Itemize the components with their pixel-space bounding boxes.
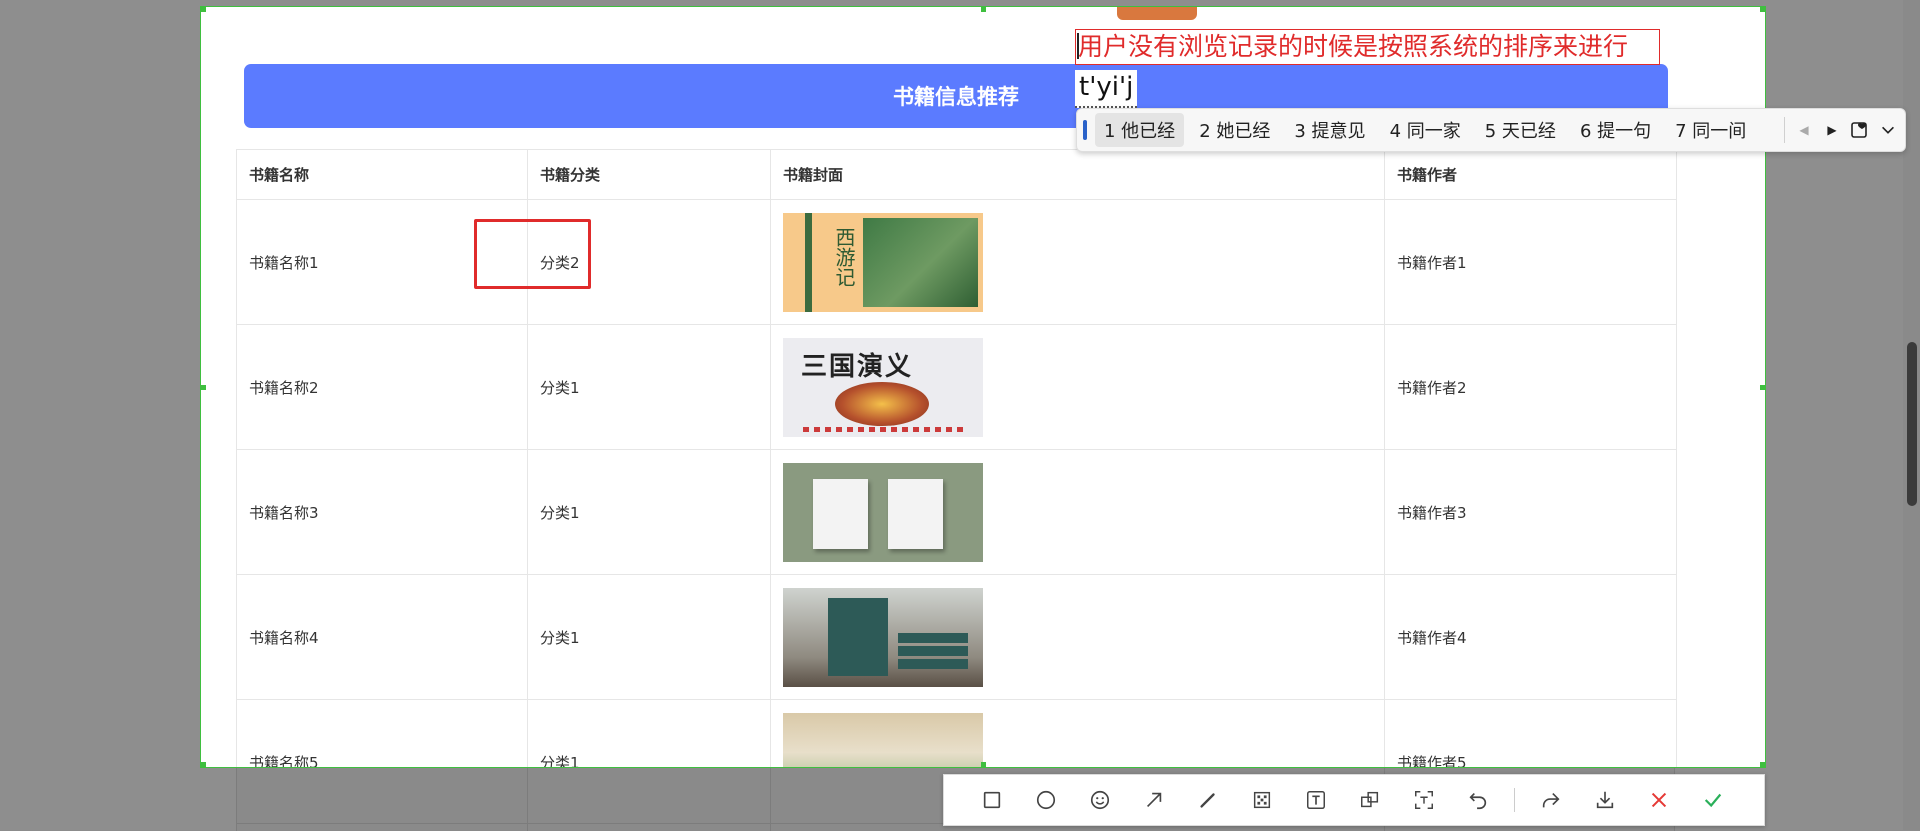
- table-row: 书籍名称1 分类2 西游记 书籍作者1: [237, 200, 1677, 325]
- ime-candidate-5[interactable]: 5 天已经: [1476, 113, 1565, 147]
- ime-next-page-icon[interactable]: ▶: [1821, 119, 1843, 141]
- scrollbar-thumb[interactable]: [1907, 342, 1917, 506]
- ime-separator: [1784, 117, 1785, 143]
- pin-icon[interactable]: [1352, 782, 1388, 818]
- book-cover-image: [783, 462, 983, 562]
- ime-prev-page-icon[interactable]: ◀: [1793, 119, 1815, 141]
- ocr-icon[interactable]: [1406, 782, 1442, 818]
- book-name: 书籍名称3: [237, 450, 528, 575]
- resize-handle-tr[interactable]: [1760, 7, 1765, 12]
- table-row: 书籍名称2 分类1 三国演义 书籍作者2: [237, 325, 1677, 450]
- mosaic-icon[interactable]: [1244, 782, 1280, 818]
- book-name: 书籍名称5: [237, 700, 528, 767]
- ime-candidate-3[interactable]: 3 提意见: [1285, 113, 1374, 147]
- ime-candidate-2[interactable]: 2 她已经: [1190, 113, 1279, 147]
- annotation-text-box[interactable]: 用户没有浏览记录的时候是按照系统的排序来进行: [1075, 29, 1660, 65]
- text-icon[interactable]: [1298, 782, 1334, 818]
- book-cover-cell: 西游记: [771, 200, 1385, 325]
- book-cover-image: [783, 587, 983, 687]
- book-cover-cell: 三国演义: [771, 325, 1385, 450]
- redo-share-icon[interactable]: [1533, 782, 1569, 818]
- book-category: 分类1: [528, 325, 771, 450]
- ime-candidate-6[interactable]: 6 提一句: [1571, 113, 1660, 147]
- resize-handle-mr[interactable]: [1760, 385, 1765, 390]
- cover-title: 三国演义: [801, 351, 914, 382]
- header-book-category: 书籍分类: [528, 150, 771, 200]
- table-row: 书籍名称3 分类1 书籍作者3: [237, 450, 1677, 575]
- table-header-row: 书籍名称 书籍分类 书籍封面 书籍作者: [237, 150, 1677, 200]
- book-name: 书籍名称2: [237, 325, 528, 450]
- ime-favorite-icon[interactable]: [1849, 119, 1871, 141]
- close-icon[interactable]: [1641, 782, 1677, 818]
- book-author: 书籍作者2: [1385, 325, 1677, 450]
- book-cover-image: 西游记: [783, 212, 983, 312]
- text-cursor: [1077, 33, 1079, 59]
- book-cover-image: [783, 712, 983, 767]
- screenshot-toolbar: [943, 774, 1765, 826]
- book-name: 书籍名称4: [237, 575, 528, 700]
- table-row: 书籍名称4 分类1 书籍作者4: [237, 575, 1677, 700]
- table-row: 书籍名称5 分类1 书籍作者5: [237, 700, 1677, 767]
- resize-handle-bc[interactable]: [981, 762, 986, 767]
- book-author: 书籍作者5: [1385, 700, 1677, 767]
- banner-title: 书籍信息推荐: [893, 85, 1019, 109]
- selection-top-tab: [1117, 7, 1197, 20]
- ime-composition-text[interactable]: t'yi'j: [1075, 70, 1138, 108]
- resize-handle-br[interactable]: [1760, 762, 1765, 767]
- book-cover-cell: [771, 575, 1385, 700]
- header-book-name: 书籍名称: [237, 150, 528, 200]
- download-icon[interactable]: [1587, 782, 1623, 818]
- pen-icon[interactable]: [1190, 782, 1226, 818]
- emoji-icon[interactable]: [1082, 782, 1118, 818]
- undo-icon[interactable]: [1460, 782, 1496, 818]
- book-author: 书籍作者4: [1385, 575, 1677, 700]
- resize-handle-tl[interactable]: [201, 7, 206, 12]
- book-author: 书籍作者3: [1385, 450, 1677, 575]
- book-cover-cell: [771, 450, 1385, 575]
- resize-handle-ml[interactable]: [201, 385, 206, 390]
- ime-active-marker: [1083, 120, 1087, 140]
- book-category: 分类1: [528, 700, 771, 767]
- ellipse-icon[interactable]: [1028, 782, 1064, 818]
- annotation-rectangle[interactable]: [474, 219, 591, 289]
- rectangle-icon[interactable]: [974, 782, 1010, 818]
- header-book-cover: 书籍封面: [771, 150, 1385, 200]
- resize-handle-tc[interactable]: [981, 7, 986, 12]
- confirm-icon[interactable]: [1695, 782, 1731, 818]
- resize-handle-bl[interactable]: [201, 762, 206, 767]
- cover-title: 西游记: [832, 226, 856, 287]
- book-author: 书籍作者1: [1385, 200, 1677, 325]
- ime-candidate-bar: 1 他已经 2 她已经 3 提意见 4 同一家 5 天已经 6 提一句 7 同一…: [1076, 108, 1906, 152]
- book-cover-image: 三国演义: [783, 337, 983, 437]
- header-book-author: 书籍作者: [1385, 150, 1677, 200]
- book-category: 分类1: [528, 450, 771, 575]
- ime-candidate-1[interactable]: 1 他已经: [1095, 113, 1185, 147]
- book-cover-cell: [771, 700, 1385, 767]
- toolbar-separator: [1514, 788, 1515, 812]
- books-table: 书籍名称 书籍分类 书籍封面 书籍作者 书籍名称1 分类2 西游记 书籍作者1 …: [236, 149, 1677, 767]
- book-category: 分类1: [528, 575, 771, 700]
- ime-expand-chevron-down-icon[interactable]: [1877, 119, 1899, 141]
- ime-candidate-7[interactable]: 7 同一间: [1666, 113, 1755, 147]
- arrow-icon[interactable]: [1136, 782, 1172, 818]
- ime-candidate-4[interactable]: 4 同一家: [1381, 113, 1470, 147]
